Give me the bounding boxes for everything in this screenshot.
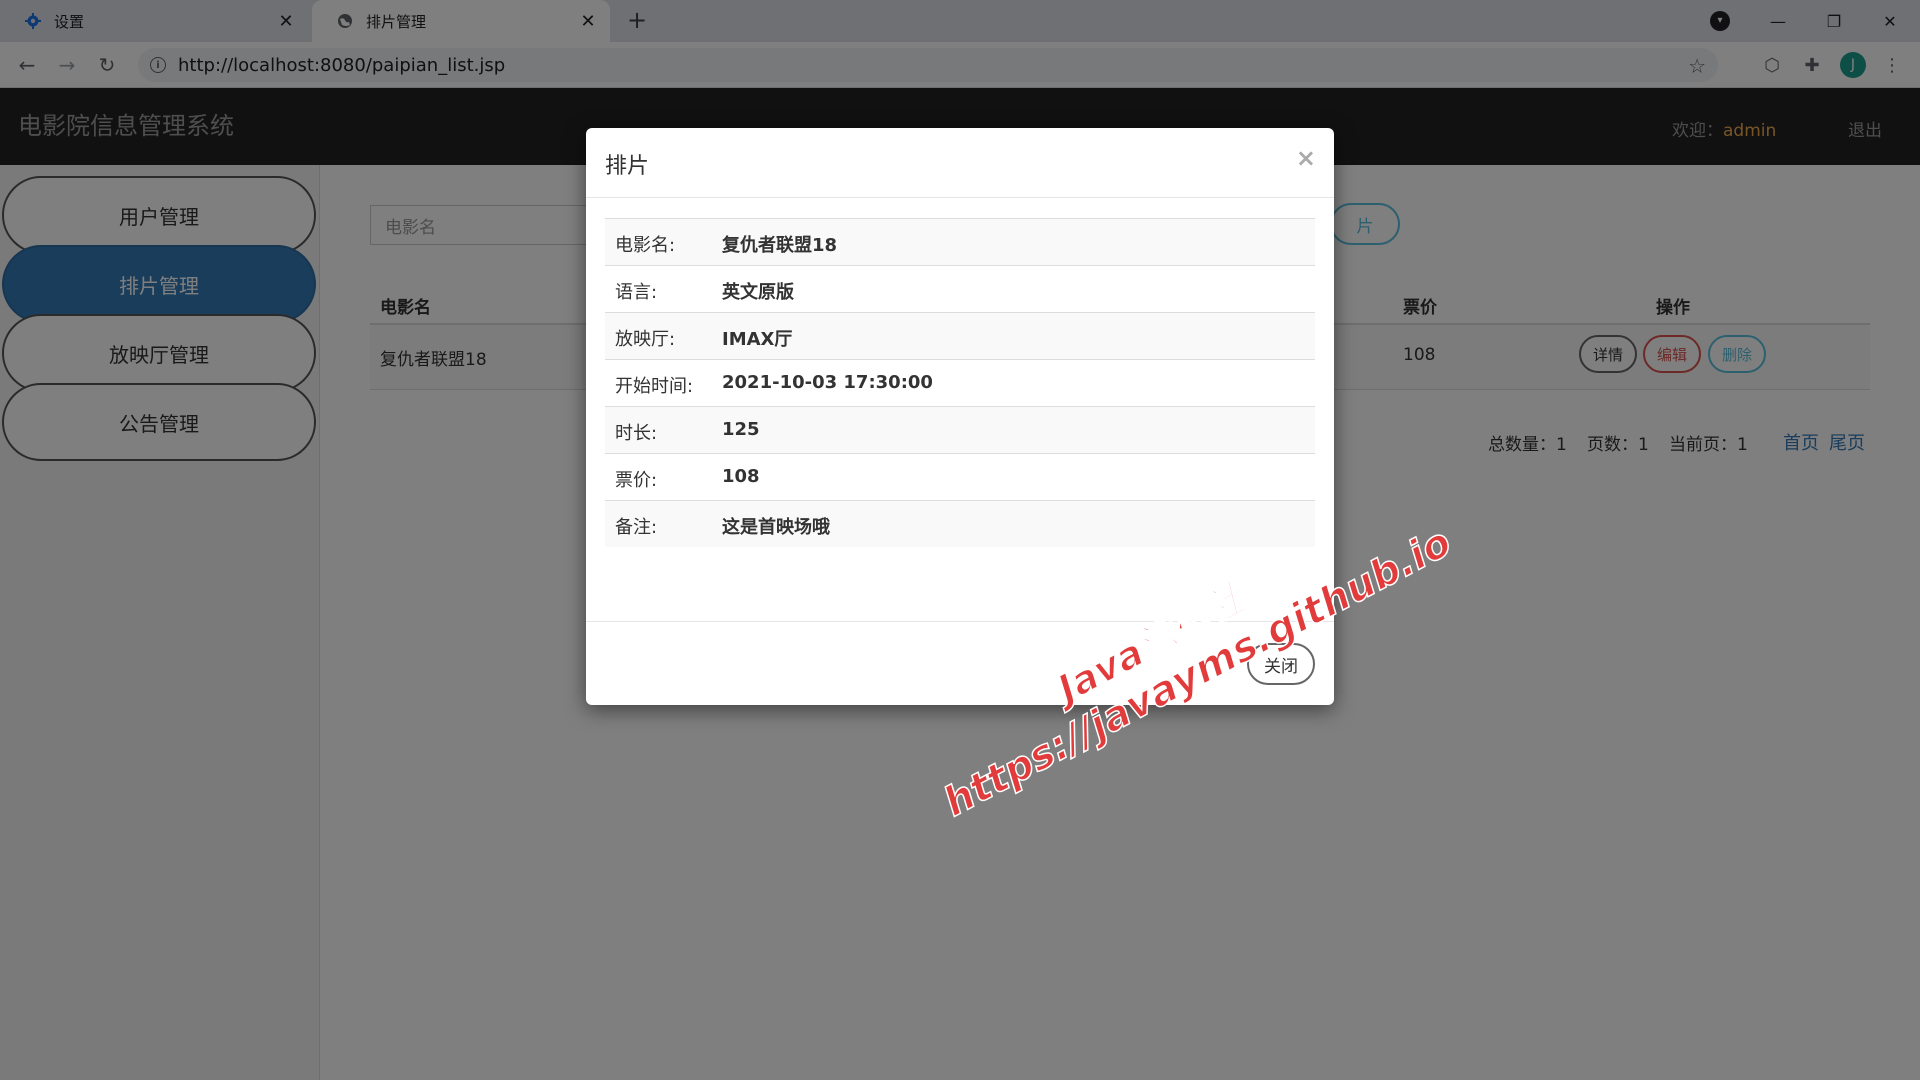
detail-row-movie: 电影名: 复仇者联盟18 <box>605 218 1315 265</box>
detail-value: 英文原版 <box>722 282 794 303</box>
detail-label: 开始时间: <box>615 376 694 397</box>
detail-row-language: 语言: 英文原版 <box>605 265 1315 312</box>
detail-row-hall: 放映厅: IMAX厅 <box>605 312 1315 359</box>
modal-footer: 关闭 <box>586 621 1334 705</box>
detail-row-duration: 时长: 125 <box>605 406 1315 453</box>
close-icon[interactable]: × <box>1296 144 1316 172</box>
detail-table: 电影名: 复仇者联盟18 语言: 英文原版 放映厅: IMAX厅 开始时间: 2… <box>605 218 1315 547</box>
detail-label: 备注: <box>615 517 658 538</box>
detail-value: 2021-10-03 17:30:00 <box>722 372 933 393</box>
detail-value: 125 <box>722 419 760 440</box>
detail-row-start-time: 开始时间: 2021-10-03 17:30:00 <box>605 359 1315 406</box>
detail-label: 时长: <box>615 423 658 444</box>
detail-label: 电影名: <box>615 235 676 256</box>
modal-header: 排片 × <box>586 128 1334 198</box>
detail-modal: 排片 × 电影名: 复仇者联盟18 语言: 英文原版 放映厅: IMAX厅 开始… <box>586 128 1334 705</box>
detail-value: IMAX厅 <box>722 329 793 350</box>
detail-row-note: 备注: 这是首映场哦 <box>605 500 1315 547</box>
detail-row-price: 票价: 108 <box>605 453 1315 500</box>
detail-label: 语言: <box>615 282 658 303</box>
detail-label: 票价: <box>615 470 658 491</box>
close-button[interactable]: 关闭 <box>1247 643 1315 685</box>
detail-value: 复仇者联盟18 <box>722 235 838 256</box>
modal-title: 排片 <box>605 154 650 179</box>
detail-label: 放映厅: <box>615 329 676 350</box>
detail-value: 这是首映场哦 <box>722 517 830 538</box>
detail-value: 108 <box>722 466 760 487</box>
